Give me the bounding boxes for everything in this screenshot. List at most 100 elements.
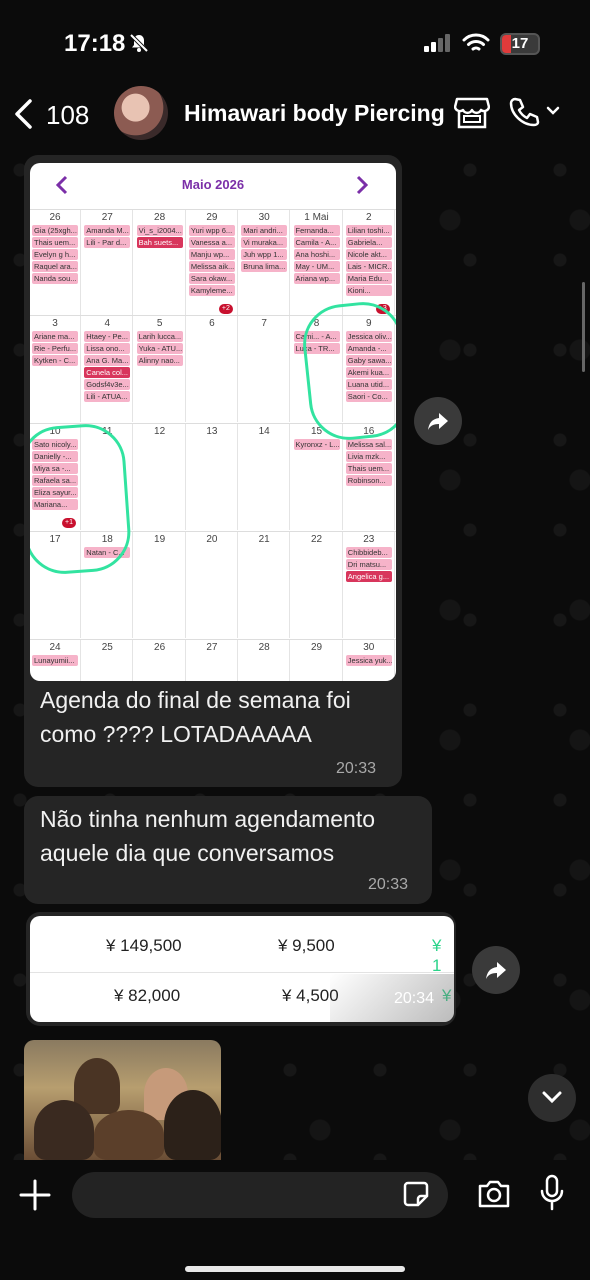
scroll-to-bottom-button[interactable] [528, 1074, 576, 1122]
calendar-event: Gabriela... [345, 237, 392, 248]
calendar-week: 24 Lunayumii... 25 26 27 28 29 30 Jessica yuk... [30, 639, 396, 681]
calendar-event: Lilian toshi... [345, 225, 392, 236]
unread-count[interactable]: 108 [46, 100, 89, 131]
calendar-event: Lissa ono... [84, 343, 131, 354]
calendar-day: 16 Melissa sal... Livia mzk... Thais uem...… [344, 424, 395, 530]
day-number: 22 [310, 534, 323, 545]
calendar-day: 20 [187, 532, 238, 638]
calendar-week: 26 Gia (25xgh... Thais uem... Evelyn g h...… [30, 209, 396, 316]
calendar-event: Manju wp... [188, 249, 235, 260]
calendar-event: Raquel ara... [32, 261, 78, 272]
calendar-event: Lili - Par d... [84, 237, 131, 248]
calendar-event: Ariana wp... [293, 273, 340, 284]
calendar-event: Angelica g... [345, 571, 392, 582]
scrollbar[interactable] [582, 282, 585, 372]
calendar-day: 30 Mari andri... Vi muraka... Juh wpp 1... B… [239, 210, 291, 316]
day-number: 14 [258, 426, 270, 437]
plus-icon[interactable] [18, 1178, 52, 1212]
calendar-event: Vanessa a... [188, 237, 235, 248]
price-value: ¥ 149,500 [106, 936, 182, 955]
calendar-day: 25 [82, 640, 134, 681]
calendar-event: Fernanda... [293, 225, 340, 236]
day-number: 27 [101, 212, 113, 223]
calendar-day: 7 [239, 316, 291, 422]
day-number: 25 [101, 642, 113, 653]
battery-level: 17 [511, 35, 529, 52]
calendar-day: 6 [187, 316, 238, 422]
photo-message[interactable] [24, 1040, 221, 1160]
message-input[interactable] [72, 1172, 448, 1218]
calendar-day: 29 Yuri wpp 6... Vanessa a... Manju wp... Me… [187, 210, 238, 316]
calendar-day: 2 Lilian toshi... Gabriela... Nicole akt...… [344, 210, 395, 316]
price-value: ¥ 1 [432, 936, 442, 975]
calendar-event: Bruna lima... [241, 261, 288, 272]
avatar[interactable] [114, 86, 168, 140]
contact-name[interactable]: Himawari body Piercing [184, 100, 445, 127]
calendar-event: Chibbideb... [345, 547, 392, 558]
day-number: 1 Mai [304, 212, 329, 223]
camera-icon[interactable] [476, 1178, 512, 1210]
calendar-event: Kioni... [345, 285, 392, 296]
calendar-event: Lili - ATUA... [84, 391, 131, 402]
day-number: 26 [49, 212, 61, 223]
calendar-day: 13 [187, 424, 238, 530]
calendar-event: Dri matsu... [345, 559, 392, 570]
day-number: 23 [363, 534, 375, 545]
message-composer [0, 1160, 590, 1280]
calendar-day: 4 Htaey - Pe... Lissa ono... Ana G. Ma... Ca… [82, 316, 134, 422]
calendar-event: Canela col... [84, 367, 131, 378]
calendar-event: Evelyn g h... [32, 249, 78, 260]
day-number: 24 [49, 642, 61, 653]
chevron-down-icon[interactable] [546, 106, 560, 116]
day-number: 19 [154, 534, 166, 545]
forward-button[interactable] [414, 397, 462, 445]
calendar-event: Kytken - C... [32, 355, 78, 366]
battery-indicator: 17 [500, 33, 540, 55]
calendar-event: Gia (25xgh... [32, 225, 78, 236]
forward-button[interactable] [472, 946, 520, 994]
photo-figure [94, 1110, 164, 1160]
calendar-day: 21 [239, 532, 291, 638]
timestamp-shade [330, 974, 454, 1022]
message-text-line1: Não tinha nenhum agendamento [40, 806, 376, 832]
price-value: ¥ 9,500 [278, 936, 335, 955]
calendar-event: Thais uem... [32, 237, 78, 248]
message-time: 20:33 [336, 760, 377, 777]
calendar-event: Vi muraka... [241, 237, 288, 248]
day-number: 2 [366, 212, 372, 223]
calendar-day: 28 [239, 640, 291, 681]
calendar-month: Maio 2026 [181, 177, 245, 192]
calendar-day: 26 Gia (25xgh... Thais uem... Evelyn g h...… [30, 210, 81, 316]
status-bar: 17:18 17 [0, 0, 590, 90]
price-image-message[interactable]: ¥ 149,500 ¥ 9,500 ¥ 1 ¥ 82,000 ¥ 4,500 ¥ [26, 912, 456, 1026]
calendar-event: Maria Edu... [345, 273, 392, 284]
message-text-line2: como ???? LOTADAAAAA [40, 721, 312, 747]
more-events-badge: +2 [218, 304, 233, 314]
store-icon[interactable] [454, 96, 490, 130]
day-number: 21 [258, 534, 270, 545]
calendar-event: Robinson... [345, 475, 392, 486]
microphone-icon[interactable] [538, 1174, 566, 1212]
calendar-event: Juh wpp 1... [241, 249, 288, 260]
price-value: ¥ 82,000 [114, 986, 181, 1005]
text-message[interactable]: Não tinha nenhum agendamento aquele dia … [24, 796, 432, 904]
calendar-day: 5 Larih lucca... Yuka - ATU... Alinny nao..… [135, 316, 186, 422]
calendar-event: Godsf4v3e... [84, 379, 131, 390]
calendar-day: 27 Amanda M... Lili - Par d... [82, 210, 134, 316]
calendar-event: Melissa aik... [188, 261, 235, 272]
calendar-event: Thais uem... [345, 463, 392, 474]
forward-icon [428, 413, 448, 430]
calendar-event: Sara okaw... [188, 273, 235, 284]
calendar-event: Melissa sal... [345, 439, 392, 450]
sticker-icon[interactable] [402, 1180, 430, 1208]
day-number: 13 [206, 426, 218, 437]
calendar-event: Ariane ma... [32, 331, 78, 342]
highlight-circle-sunday [30, 421, 134, 577]
phone-icon[interactable] [508, 96, 540, 128]
calendar-event: Alinny nao... [136, 355, 183, 366]
calendar-header: Maio 2026 [30, 163, 396, 209]
back-chevron-icon[interactable] [12, 98, 34, 130]
image-message[interactable]: Maio 2026 26 Gia (25xgh... Thais uem... Eve… [24, 155, 402, 787]
divider [30, 972, 454, 973]
price-screenshot: ¥ 149,500 ¥ 9,500 ¥ 1 ¥ 82,000 ¥ 4,500 ¥ [30, 916, 454, 1022]
